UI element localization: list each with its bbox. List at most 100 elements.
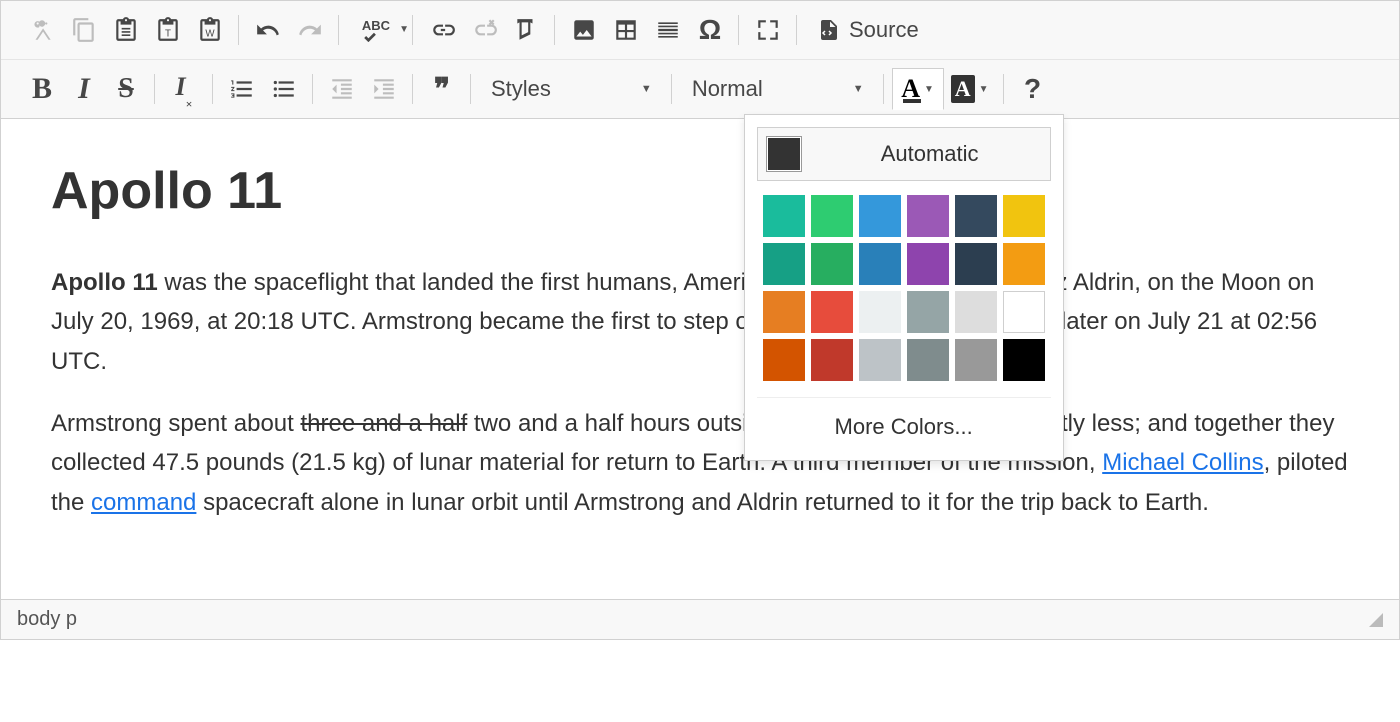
tools-group [739, 9, 797, 51]
clipboard-group: T W [13, 9, 239, 51]
text-color-button[interactable]: A ▼ [892, 68, 944, 110]
chevron-down-icon: ▼ [641, 83, 652, 95]
color-swatch[interactable] [1003, 243, 1045, 285]
color-swatch[interactable] [811, 291, 853, 333]
paste-text-button[interactable]: T [147, 9, 189, 51]
horizontal-rule-button[interactable] [647, 9, 689, 51]
automatic-label: Automatic [818, 141, 1042, 167]
indent-button[interactable] [363, 68, 405, 110]
background-color-button[interactable]: A ▼ [944, 68, 996, 110]
color-swatch[interactable] [859, 339, 901, 381]
color-swatch[interactable] [907, 243, 949, 285]
numbered-list-button[interactable] [221, 68, 263, 110]
color-swatch[interactable] [763, 339, 805, 381]
chevron-down-icon: ▼ [853, 83, 864, 95]
color-swatch[interactable] [763, 243, 805, 285]
paragraph: Apollo 11 was the spaceflight that lande… [51, 263, 1349, 382]
color-swatch[interactable] [859, 243, 901, 285]
insert-group: Ω [555, 9, 739, 51]
blockquote-group: ❞ [413, 68, 471, 110]
styles-combo[interactable]: Styles ▼ [479, 68, 664, 110]
link-michael-collins[interactable]: Michael Collins [1102, 449, 1263, 476]
paragraph: Armstrong spent about three and a half t… [51, 404, 1349, 523]
color-swatch[interactable] [907, 339, 949, 381]
color-swatch[interactable] [859, 291, 901, 333]
link-group [413, 9, 555, 51]
svg-text:W: W [205, 29, 215, 40]
color-swatch[interactable] [907, 291, 949, 333]
source-label: Source [849, 17, 919, 43]
color-swatch[interactable] [1003, 339, 1045, 381]
unlink-button[interactable] [463, 9, 505, 51]
format-combo-group: Normal ▼ [672, 68, 884, 110]
link-button[interactable] [421, 9, 463, 51]
basic-styles-group: B I S [13, 68, 155, 110]
color-swatch[interactable] [811, 243, 853, 285]
about-button[interactable]: ? [1012, 68, 1054, 110]
color-swatch[interactable] [811, 195, 853, 237]
color-swatch[interactable] [1003, 291, 1045, 333]
strikethrough-button[interactable]: S [105, 68, 147, 110]
color-swatch[interactable] [955, 291, 997, 333]
automatic-color-button[interactable]: Automatic [757, 127, 1051, 181]
color-swatch[interactable] [811, 339, 853, 381]
bulleted-list-button[interactable] [263, 68, 305, 110]
copy-button[interactable] [63, 9, 105, 51]
styles-combo-group: Styles ▼ [471, 68, 672, 110]
color-swatch[interactable] [955, 243, 997, 285]
color-swatch[interactable] [955, 195, 997, 237]
blockquote-button[interactable]: ❞ [421, 68, 463, 110]
color-group: A ▼ Automatic More Colors... [884, 68, 1004, 110]
elements-path[interactable]: body p [17, 608, 77, 631]
more-colors-button[interactable]: More Colors... [757, 397, 1051, 448]
paste-button[interactable] [105, 9, 147, 51]
redo-button[interactable] [289, 9, 331, 51]
link-command[interactable]: command [91, 489, 196, 516]
color-swatch-grid [757, 195, 1051, 381]
background-color-icon: A [951, 75, 975, 103]
spellcheck-label: ABC [362, 19, 390, 32]
spellcheck-group: ABC ▼ [339, 9, 413, 51]
color-swatch[interactable] [955, 339, 997, 381]
table-button[interactable] [605, 9, 647, 51]
list-group [213, 68, 313, 110]
automatic-swatch [766, 136, 802, 172]
chevron-down-icon: ▼ [924, 84, 934, 95]
format-combo[interactable]: Normal ▼ [680, 68, 876, 110]
color-swatch[interactable] [763, 195, 805, 237]
color-swatch[interactable] [763, 291, 805, 333]
source-button[interactable]: Source [805, 9, 931, 51]
document-heading: Apollo 11 [51, 149, 1349, 235]
text-color-panel: Automatic More Colors... [744, 114, 1064, 461]
svg-text:T: T [165, 29, 171, 40]
about-group: ? [1004, 68, 1062, 110]
status-bar: body p [1, 599, 1399, 639]
color-swatch[interactable] [1003, 195, 1045, 237]
image-button[interactable] [563, 9, 605, 51]
italic-button[interactable]: I [63, 68, 105, 110]
undo-button[interactable] [247, 9, 289, 51]
outdent-button[interactable] [321, 68, 363, 110]
paste-word-button[interactable]: W [189, 9, 231, 51]
source-group: Source [797, 9, 939, 51]
cut-button[interactable] [21, 9, 63, 51]
resize-handle[interactable] [1369, 613, 1383, 627]
chevron-down-icon: ▼ [979, 84, 989, 95]
maximize-button[interactable] [747, 9, 789, 51]
toolbar-row-2: B I S I× ❞ Styles ▼ [1, 59, 1399, 118]
editor-toolbar: T W ABC ▼ [1, 1, 1399, 119]
format-combo-label: Normal [692, 76, 763, 102]
remove-format-group: I× [155, 68, 213, 110]
editor-content[interactable]: Apollo 11 Apollo 11 was the spaceflight … [1, 119, 1399, 599]
undo-group [239, 9, 339, 51]
remove-format-button[interactable]: I× [163, 68, 205, 110]
special-char-button[interactable]: Ω [689, 9, 731, 51]
rich-text-editor: T W ABC ▼ [0, 0, 1400, 640]
spellcheck-button[interactable]: ABC ▼ [347, 9, 405, 51]
color-swatch[interactable] [907, 195, 949, 237]
bold-button[interactable]: B [21, 68, 63, 110]
anchor-button[interactable] [505, 9, 547, 51]
toolbar-row-1: T W ABC ▼ [1, 1, 1399, 59]
color-swatch[interactable] [859, 195, 901, 237]
styles-combo-label: Styles [491, 76, 551, 102]
